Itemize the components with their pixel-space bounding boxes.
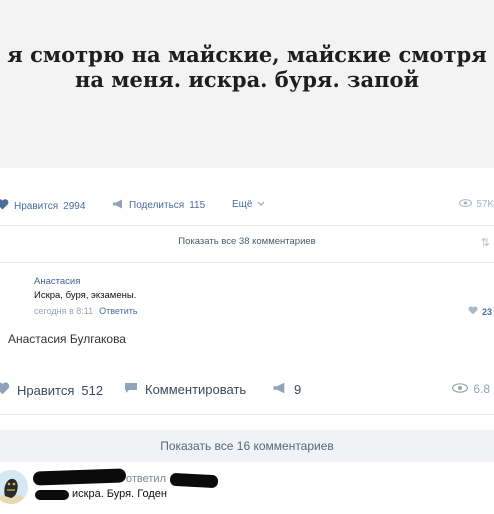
comment-like-button[interactable]: 23 [468,306,492,317]
heart-icon [0,199,9,213]
post2-like-button[interactable]: Нравится 512 [0,382,103,398]
comment-button[interactable]: Комментировать [124,382,246,397]
repost-author[interactable]: Анастасия Булгакова [8,332,126,346]
eye-icon [459,199,473,210]
comment-icon [124,382,138,397]
megaphone-icon [272,382,287,397]
share-label: Поделиться [129,200,185,211]
eye-icon [452,382,469,396]
post-screenshot-1: Нравится 2994 Поделиться 115 Ещё 57K Пок… [0,186,494,368]
redacted-recipient [169,472,219,489]
meme-caption-line1: я смотрю на майские, майские смотря [7,42,487,67]
share-button[interactable]: Поделиться 115 [112,199,205,212]
comment-text: искра. Буря. Годен [72,488,167,500]
meme-image[interactable]: я смотрю на майские, майские смотря на м… [0,0,494,168]
divider [0,414,494,415]
views-count: 57K [476,199,494,210]
reply-link[interactable]: Ответить [99,306,137,316]
comment-text: Искра, буря, экзамены. [34,290,137,301]
redacted-author [32,468,127,486]
comment-time[interactable]: сегодня в 8:11 [34,306,93,316]
avatar[interactable] [0,470,28,504]
post2-views: 6.8 [452,382,490,396]
like-label: Нравится [17,382,75,398]
heart-icon [0,382,10,398]
megaphone-icon [112,199,124,212]
share-count: 115 [189,200,206,211]
show-all-comments-link[interactable]: Показать все 38 комментариев [0,236,494,247]
sort-icon[interactable]: ⇅ [481,236,490,249]
share-count: 9 [294,382,302,397]
comment-like-count: 23 [481,306,492,317]
answered-label: ответил [126,473,166,485]
divider [0,225,494,226]
like-label: Нравится [14,200,59,212]
like-button[interactable]: Нравится 2994 [0,199,85,213]
views-count: 6.8 [473,382,490,396]
meme-caption-line2: на меня. искра. буря. запой [74,67,420,92]
post2-action-bar: Нравится 512 Комментировать 9 [0,379,494,403]
divider [0,262,494,263]
more-button[interactable]: Ещё [232,199,265,210]
comment-meta: сегодня в 8:11 Ответить [34,306,138,316]
comment-item: ответил искра. Буря. Годен [0,462,494,514]
like-count: 512 [81,382,104,398]
post1-views: 57K [459,199,494,210]
post1-action-bar: Нравится 2994 Поделиться 115 Ещё [0,196,494,216]
post2-share-button[interactable]: 9 [272,382,301,397]
show-all-comments-bar[interactable]: Показать все 16 комментариев [0,430,494,462]
comment-label: Комментировать [145,382,247,397]
like-count: 2994 [63,200,86,212]
meme-caption: я смотрю на майские, майские смотря на м… [0,42,494,92]
more-label: Ещё [232,199,253,210]
chevron-down-icon [257,199,265,210]
comment-author[interactable]: Анастасия [34,276,80,287]
redacted-mention [35,490,69,500]
heart-icon [468,306,478,317]
